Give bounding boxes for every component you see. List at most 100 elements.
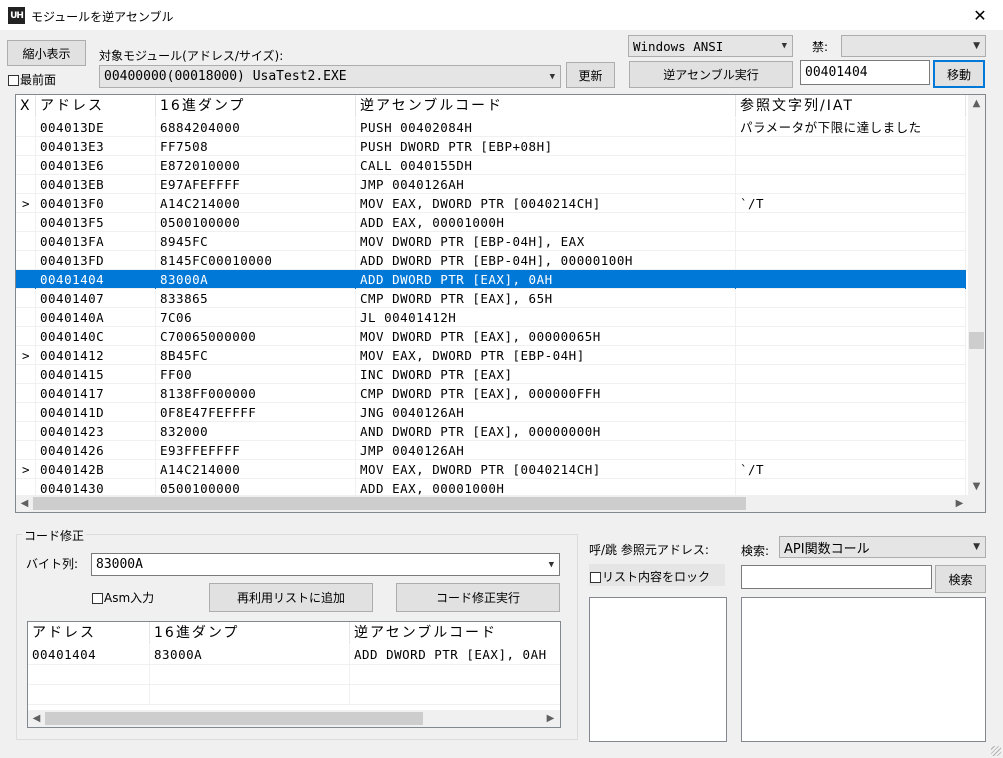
- topmost-checkbox-box[interactable]: [8, 75, 19, 86]
- code-edit-list[interactable]: アドレス 16進ダンプ 逆アセンブルコード 00401404 83000A ADD …: [27, 621, 561, 728]
- code-edit-scroll-thumb[interactable]: [45, 712, 423, 725]
- vertical-scroll-thumb[interactable]: [969, 332, 984, 349]
- table-row[interactable]: >00401412 8B45FC MOV EAX, DWORD PTR [EBP-0…: [16, 346, 966, 365]
- table-row[interactable]: 00401404 83000A ADD DWORD PTR [EAX], 0AH: [28, 645, 560, 665]
- code-edit-column-address[interactable]: アドレス: [28, 622, 150, 644]
- column-header-x[interactable]: X: [16, 95, 36, 117]
- bytes-input[interactable]: 83000A ▼: [91, 553, 560, 576]
- row-address: 0040141D: [36, 403, 156, 422]
- module-select[interactable]: 00400000(00018000) UsaTest2.EXE ▼: [99, 65, 561, 88]
- column-header-ref[interactable]: 参照文字列/IAT: [736, 95, 966, 117]
- row-address: 004013E6: [36, 156, 156, 175]
- table-row[interactable]: 004013FD 8145FC00010000 ADD DWORD PTR [EBP…: [16, 251, 966, 270]
- row-ref: [736, 137, 966, 156]
- table-row[interactable]: 004013EB E97AFEFFFF JMP 0040126AH: [16, 175, 966, 194]
- disassemble-button[interactable]: 逆アセンブル実行: [629, 61, 793, 88]
- asm-checkbox-box[interactable]: [92, 593, 103, 604]
- row-disasm: JMP 0040126AH: [356, 441, 736, 460]
- scroll-down-icon[interactable]: ▼: [968, 478, 985, 495]
- row-hex: 8945FC: [156, 232, 356, 251]
- row-ref: [736, 384, 966, 403]
- row-ref: [736, 365, 966, 384]
- table-row[interactable]: 004013FA 8945FC MOV DWORD PTR [EBP-04H], E…: [16, 232, 966, 251]
- scroll-right-icon[interactable]: ▶: [542, 710, 559, 727]
- table-row[interactable]: 0040141D 0F8E47FEFFFF JNG 0040126AH: [16, 403, 966, 422]
- table-row[interactable]: 00401404 83000A ADD DWORD PTR [EAX], 0AH: [16, 270, 966, 289]
- row-hex: 0F8E47FEFFFF: [156, 403, 356, 422]
- scroll-right-icon[interactable]: ▶: [951, 495, 968, 512]
- table-row[interactable]: >0040142B A14C214000 MOV EAX, DWORD PTR [0…: [16, 460, 966, 479]
- column-header-disasm[interactable]: 逆アセンブルコード: [356, 95, 736, 117]
- row-hex: 832000: [156, 422, 356, 441]
- apply-code-edit-button[interactable]: コード修正実行: [396, 583, 560, 612]
- row-disasm: ADD DWORD PTR [EAX], 0AH: [356, 270, 736, 289]
- asm-checkbox[interactable]: Asm入力: [92, 589, 154, 606]
- row-ref: [736, 308, 966, 327]
- lock-list-checkbox-box[interactable]: [590, 572, 601, 583]
- row-address: 004013F5: [36, 213, 156, 232]
- search-button[interactable]: 検索: [935, 565, 986, 593]
- scroll-up-icon[interactable]: ▲: [968, 95, 985, 112]
- bytes-input-value: 83000A: [96, 557, 143, 572]
- search-results-list[interactable]: [741, 597, 986, 742]
- table-row[interactable]: 00401423 832000 AND DWORD PTR [EAX], 00000…: [16, 422, 966, 441]
- row-marker: >: [16, 460, 36, 479]
- row-disasm: MOV EAX, DWORD PTR [0040214CH]: [356, 460, 736, 479]
- row-ref: [736, 175, 966, 194]
- table-row[interactable]: 00401415 FF00 INC DWORD PTR [EAX]: [16, 365, 966, 384]
- scroll-left-icon[interactable]: ◀: [28, 710, 45, 727]
- row-disasm: JNG 0040126AH: [356, 403, 736, 422]
- search-label: 検索:: [741, 544, 770, 558]
- row-hex: FF00: [156, 365, 356, 384]
- search-type-select[interactable]: API関数コール ▼: [779, 536, 986, 558]
- table-row[interactable]: 004013DE 6884204000 PUSH 00402084H パラメータが下限…: [16, 118, 966, 137]
- row-marker: [16, 441, 36, 460]
- compact-view-button[interactable]: 縮小表示: [7, 40, 86, 66]
- table-row[interactable]: 0040140C C70065000000 MOV DWORD PTR [EAX],…: [16, 327, 966, 346]
- vertical-scrollbar[interactable]: ▲ ▼: [968, 95, 985, 495]
- encoding-select-value: Windows ANSI: [633, 38, 724, 54]
- row-hex: A14C214000: [156, 460, 356, 479]
- topmost-checkbox[interactable]: 最前面: [8, 71, 56, 88]
- code-edit-list-header: アドレス 16進ダンプ 逆アセンブルコード: [28, 622, 560, 644]
- table-row[interactable]: 00401407 833865 CMP DWORD PTR [EAX], 65H: [16, 289, 966, 308]
- lock-list-checkbox[interactable]: リスト内容をロック: [589, 564, 725, 586]
- resize-grip-icon[interactable]: [991, 746, 1001, 756]
- row-marker: [16, 232, 36, 251]
- code-edit-horizontal-scrollbar[interactable]: ◀ ▶: [28, 710, 560, 727]
- table-row[interactable]: 00401417 8138FF000000 CMP DWORD PTR [EAX],…: [16, 384, 966, 403]
- row-hex: 833865: [156, 289, 356, 308]
- table-row[interactable]: 00401426 E93FFEFFFF JMP 0040126AH: [16, 441, 966, 460]
- column-header-address[interactable]: アドレス: [36, 95, 156, 117]
- close-button[interactable]: ✕: [957, 0, 1003, 31]
- search-input[interactable]: [741, 565, 932, 589]
- disassembly-list[interactable]: X アドレス 16進ダンプ 逆アセンブルコード 参照文字列/IAT 004013…: [15, 94, 986, 513]
- row-marker: >: [16, 346, 36, 365]
- table-row[interactable]: 004013E3 FF7508 PUSH DWORD PTR [EBP+08H]: [16, 137, 966, 156]
- reference-address-list[interactable]: [589, 597, 727, 742]
- row-hex: 83000A: [156, 270, 356, 289]
- table-row[interactable]: 004013E6 E872010000 CALL 0040155DH: [16, 156, 966, 175]
- table-row[interactable]: 0040140A 7C06 JL 00401412H: [16, 308, 966, 327]
- move-button[interactable]: 移動: [933, 60, 985, 88]
- horizontal-scrollbar[interactable]: ◀ ▶: [16, 495, 985, 512]
- row-address: 004013EB: [36, 175, 156, 194]
- address-input[interactable]: 00401404: [800, 60, 930, 85]
- code-edit-column-disasm[interactable]: 逆アセンブルコード: [350, 622, 560, 644]
- table-row[interactable]: 004013F5 0500100000 ADD EAX, 00001000H: [16, 213, 966, 232]
- scroll-left-icon[interactable]: ◀: [16, 495, 33, 512]
- encoding-select[interactable]: Windows ANSI ▼: [628, 35, 793, 57]
- row-address: 00401415: [36, 365, 156, 384]
- add-to-reuse-list-button[interactable]: 再利用リストに追加: [209, 583, 373, 612]
- table-row[interactable]: >004013F0 A14C214000 MOV EAX, DWORD PTR [0…: [16, 194, 966, 213]
- code-edit-column-hex[interactable]: 16進ダンプ: [150, 622, 350, 644]
- refresh-button[interactable]: 更新: [566, 62, 615, 88]
- row-ref: [736, 270, 966, 289]
- row-address: 00401417: [36, 384, 156, 403]
- forbid-select[interactable]: ▼: [841, 35, 986, 57]
- row-disasm: ADD DWORD PTR [EBP-04H], 00000100H: [356, 251, 736, 270]
- horizontal-scroll-thumb[interactable]: [33, 497, 746, 510]
- row-disasm: MOV EAX, DWORD PTR [EBP-04H]: [356, 346, 736, 365]
- column-header-hex[interactable]: 16進ダンプ: [156, 95, 356, 117]
- row-disasm: PUSH 00402084H: [356, 118, 736, 137]
